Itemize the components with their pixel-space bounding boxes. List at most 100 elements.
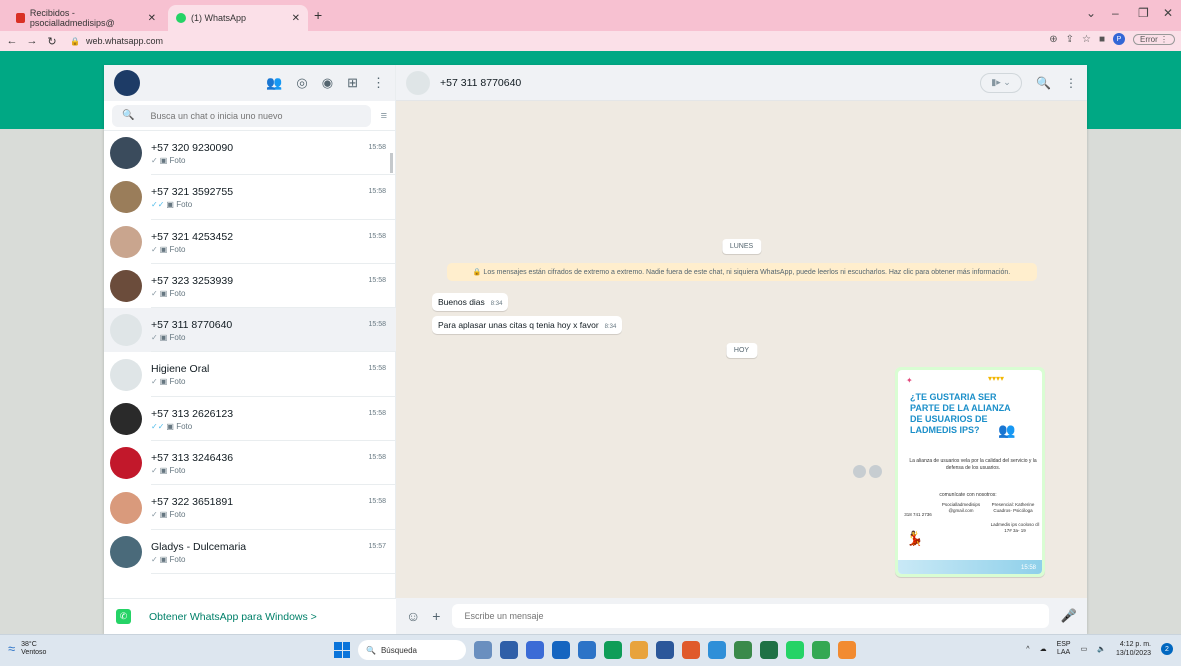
- share-icon[interactable]: ⇪: [1066, 34, 1074, 45]
- profile-avatar[interactable]: P: [1112, 33, 1125, 45]
- incoming-message[interactable]: Para aplasar unas citas q tenia hoy x fa…: [432, 316, 623, 334]
- close-tab-icon[interactable]: ✕: [292, 13, 300, 24]
- chat-list-item[interactable]: +57 321 4253452 ✓ ▣ Foto 15:58: [104, 220, 396, 264]
- taskbar-app-icon[interactable]: [656, 641, 674, 659]
- volume-icon[interactable]: 🔈: [1097, 645, 1106, 653]
- conversation-header: +57 311 8770640 ▮▸ ⌄ 🔍 ⋮: [396, 65, 1087, 101]
- new-chat-icon[interactable]: ⊞: [347, 75, 358, 91]
- chat-time: 15:58: [368, 321, 386, 329]
- sidebar: 👥 ◎ ◉ ⊞ ⋮ 🔍 ≡ +57 320 9230090✓▣ Foto15:5…: [104, 65, 396, 634]
- status-icon[interactable]: ◎: [296, 75, 307, 91]
- menu-icon[interactable]: ⋮: [1065, 76, 1077, 90]
- taskbar-app-icon[interactable]: [630, 641, 648, 659]
- taskbar-app-icon[interactable]: [708, 641, 726, 659]
- contact-name[interactable]: +57 311 8770640: [440, 77, 521, 89]
- browser-tab-bar: Recibidos - psocialladmedisips@ ✕ (1) Wh…: [0, 0, 1181, 31]
- new-tab-button[interactable]: +: [314, 7, 322, 23]
- bookmark-star-icon[interactable]: ☆: [1082, 34, 1091, 45]
- chat-list-item[interactable]: +57 311 8770640 ✓ ▣ Foto 15:58: [104, 308, 396, 353]
- notification-badge[interactable]: 2: [1161, 643, 1173, 655]
- taskbar-search[interactable]: 🔍 Búsqueda: [358, 640, 466, 660]
- incoming-message[interactable]: Buenos dias 8:34: [432, 293, 509, 311]
- error-label: Error: [1139, 34, 1158, 44]
- taskbar-app-icon[interactable]: [838, 641, 856, 659]
- display-icon[interactable]: ▭: [1081, 645, 1088, 653]
- message-input[interactable]: [452, 604, 1049, 628]
- taskbar-app-icon[interactable]: [734, 641, 752, 659]
- taskbar-app-icon[interactable]: [760, 641, 778, 659]
- contact-avatar[interactable]: [406, 70, 430, 95]
- taskbar-app-icon[interactable]: [500, 641, 518, 659]
- channels-icon[interactable]: ◉: [322, 75, 333, 91]
- language-indicator[interactable]: ESP LAA: [1057, 641, 1071, 657]
- preview-text: Foto: [169, 156, 186, 165]
- chat-list-item[interactable]: +57 322 3651891 ✓ ▣ Foto 15:58: [104, 485, 396, 530]
- chat-list-item[interactable]: +57 323 3253939 ✓ ▣ Foto 15:58: [104, 264, 396, 309]
- chat-list-item[interactable]: +57 313 2626123 ✓✓ ▣ Foto 15:58: [104, 397, 396, 442]
- clock[interactable]: 4:12 p. m. 13/10/2023: [1116, 640, 1151, 658]
- emoji-icon[interactable]: ☺: [406, 608, 420, 624]
- flyer-image[interactable]: ✦ ▾▾▾▾ ¿TE GUSTARIA SER PARTE DE LA ALIA…: [898, 370, 1042, 574]
- forward-arrow-icon[interactable]: →: [24, 35, 40, 47]
- windows-start-icon[interactable]: [334, 642, 350, 658]
- flyer-email: Psocialladmedisips @gmail.com: [941, 502, 981, 513]
- chat-name: +57 321 3592755: [151, 186, 234, 199]
- windows-taskbar: ≈ 38°C Ventoso 🔍 Búsqueda ^ ☁ ESP LAA ▭ …: [0, 634, 1181, 666]
- profile-avatar[interactable]: [114, 70, 140, 96]
- error-button[interactable]: Error ⋮: [1132, 33, 1175, 45]
- install-app-icon[interactable]: ⊕: [1049, 34, 1057, 45]
- back-arrow-icon[interactable]: ←: [4, 35, 20, 47]
- chat-body: +57 323 3253939 ✓ ▣ Foto 15:58: [151, 264, 396, 309]
- search-box[interactable]: 🔍: [112, 104, 371, 127]
- gmail-favicon-icon: [16, 13, 25, 23]
- taskbar-app-icon[interactable]: [552, 641, 570, 659]
- chat-list-item[interactable]: +57 320 9230090 ✓ ▣ Foto 15:58: [104, 131, 396, 176]
- browser-toolbar: ← → ↻ 🔒 web.whatsapp.com ⊕ ⇪ ☆ ■ P Error…: [0, 31, 1181, 51]
- taskbar-app-icon[interactable]: [604, 641, 622, 659]
- search-input[interactable]: [150, 110, 351, 121]
- sidepanel-icon[interactable]: ■: [1099, 34, 1105, 45]
- filter-icon[interactable]: ≡: [381, 110, 387, 122]
- maximize-button[interactable]: ❐: [1138, 6, 1149, 20]
- microphone-icon[interactable]: 🎤: [1061, 608, 1077, 624]
- tab-gmail[interactable]: Recibidos - psocialladmedisips@ ✕: [8, 5, 164, 31]
- encryption-notice[interactable]: 🔒 Los mensajes están cifrados de extremo…: [446, 263, 1037, 281]
- communities-icon[interactable]: 👥: [266, 75, 282, 91]
- chat-list-item[interactable]: +57 313 3246436 ✓ ▣ Foto 15:58: [104, 441, 396, 486]
- taskbar-app-icon[interactable]: [578, 641, 596, 659]
- taskbar-app-icon[interactable]: [786, 641, 804, 659]
- tab-search-icon[interactable]: ⌄: [1086, 6, 1096, 20]
- message-time: 8:34: [490, 301, 503, 307]
- search-icon[interactable]: 🔍: [1036, 76, 1051, 90]
- chat-list-item[interactable]: +57 321 3592755 ✓✓ ▣ Foto 15:58: [104, 175, 396, 220]
- taskbar-app-icon[interactable]: [526, 641, 544, 659]
- chat-list-item[interactable]: Higiene Oral ✓ ▣ Foto 15:58: [104, 352, 396, 397]
- chat-body: Gladys - Dulcemaria ✓ ▣ Foto 15:57: [151, 530, 396, 574]
- flyer-phone: 318 741 2736: [904, 512, 932, 517]
- tab-title: Recibidos - psocialladmedisips@: [29, 8, 115, 28]
- taskbar-app-icon[interactable]: [682, 641, 700, 659]
- chat-preview: ✓ ▣ Foto: [151, 156, 186, 165]
- reload-icon[interactable]: ↻: [44, 35, 60, 48]
- preview-text: Foto: [169, 244, 186, 254]
- get-windows-app-link[interactable]: Obtener WhatsApp para Windows >: [149, 611, 317, 623]
- outgoing-image-message[interactable]: ✦ ▾▾▾▾ ¿TE GUSTARIA SER PARTE DE LA ALIA…: [895, 367, 1045, 577]
- video-call-button[interactable]: ▮▸ ⌄: [980, 72, 1023, 93]
- weather-widget[interactable]: ≈ 38°C Ventoso: [8, 641, 46, 657]
- forward-icon[interactable]: [869, 465, 882, 478]
- taskbar-app-icon[interactable]: [474, 641, 492, 659]
- show-hidden-icons-icon[interactable]: ^: [1026, 646, 1029, 653]
- address-bar[interactable]: 🔒 web.whatsapp.com: [70, 36, 163, 46]
- network-icon[interactable]: ☁: [1040, 645, 1047, 653]
- close-window-button[interactable]: ✕: [1163, 6, 1173, 20]
- tab-whatsapp[interactable]: (1) WhatsApp ✕: [168, 5, 308, 31]
- chat-list-scrollbar[interactable]: [390, 153, 393, 173]
- menu-icon[interactable]: ⋮: [372, 75, 385, 91]
- minimize-button[interactable]: –: [1112, 6, 1119, 20]
- single-check-icon: ✓: [151, 510, 158, 520]
- chat-list-item[interactable]: Gladys - Dulcemaria ✓ ▣ Foto 15:57: [104, 530, 396, 574]
- taskbar-app-icon[interactable]: [812, 641, 830, 659]
- attach-plus-icon[interactable]: +: [432, 608, 440, 624]
- emoji-react-icon[interactable]: [853, 465, 866, 478]
- close-tab-icon[interactable]: ✕: [148, 13, 156, 24]
